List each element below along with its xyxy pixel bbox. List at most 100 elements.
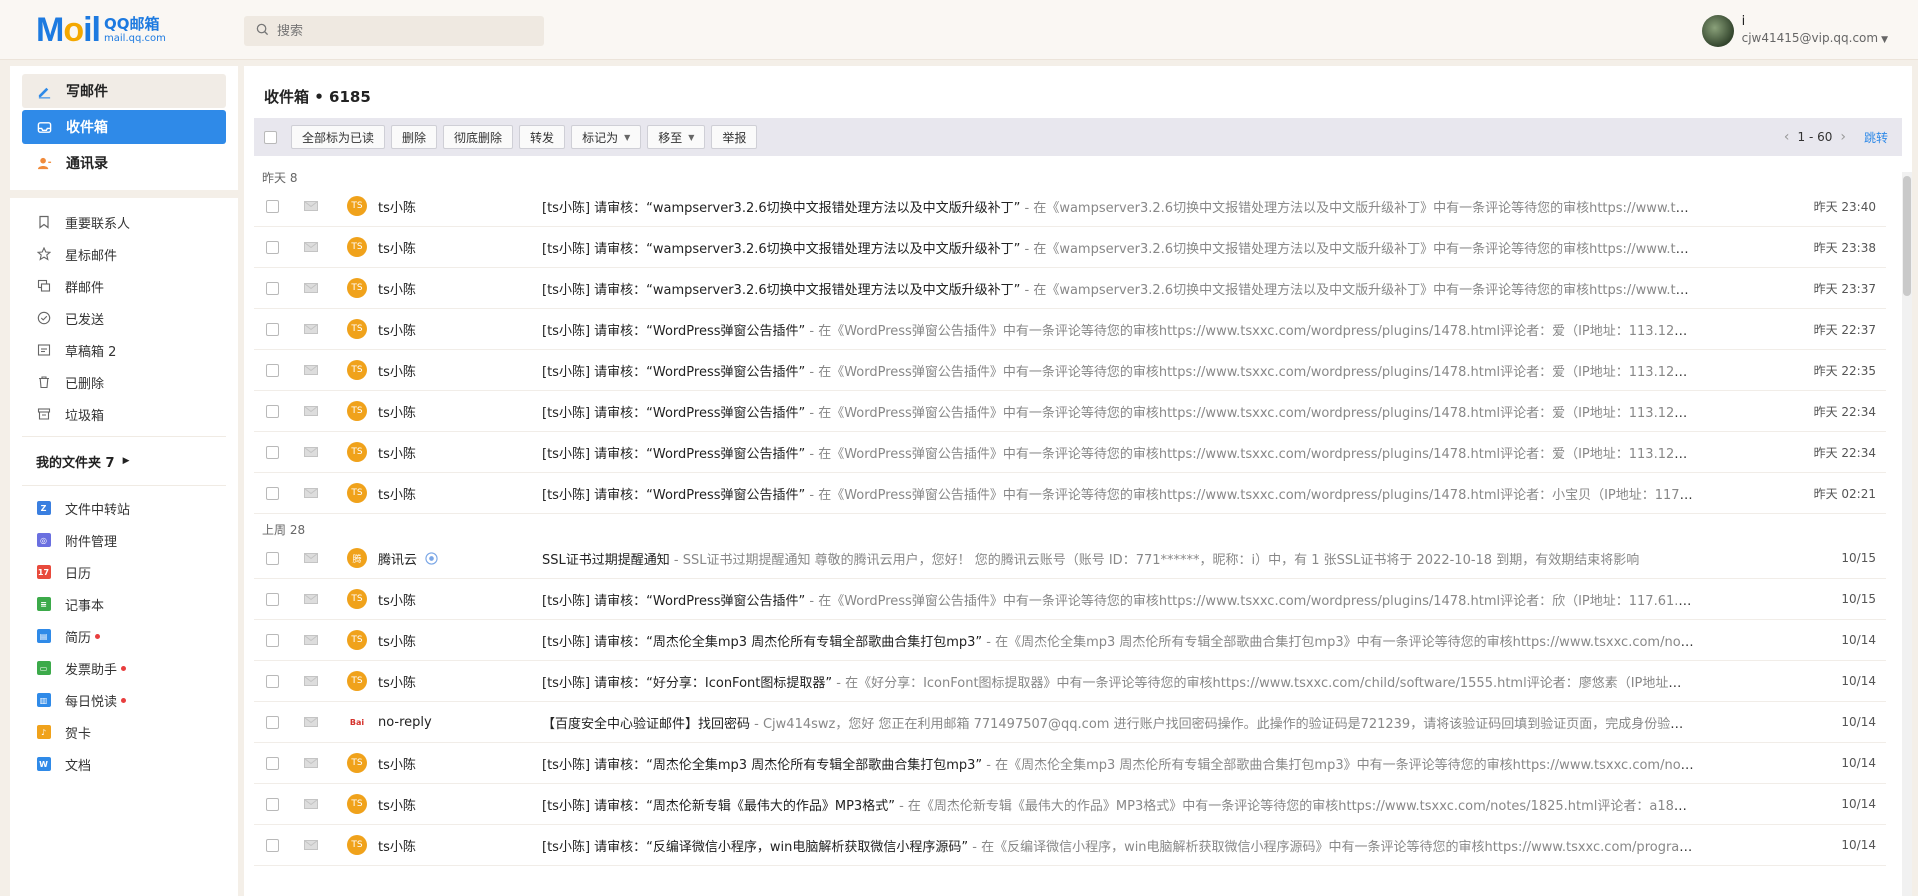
- row-checkbox[interactable]: [266, 363, 279, 377]
- notebook-icon: ≡: [36, 597, 51, 612]
- my-folders[interactable]: 我的文件夹 7 ▶: [22, 443, 226, 479]
- sidebar-item-calendar[interactable]: 17 日历: [22, 556, 226, 588]
- row-checkbox[interactable]: [266, 838, 279, 852]
- sidebar-item-label: 草稿箱 2: [65, 344, 117, 360]
- row-checkbox[interactable]: [266, 633, 279, 647]
- mail-subject: 【百度安全中心验证邮件】找回密码: [542, 716, 751, 732]
- row-checkbox[interactable]: [266, 322, 279, 336]
- card-icon: ♪: [36, 725, 51, 740]
- next-page-icon[interactable]: ›: [1840, 129, 1846, 145]
- divider: [22, 436, 226, 437]
- sidebar-item-card[interactable]: ♪ 贺卡: [22, 716, 226, 748]
- mail-subject: [ts小陈] 请审核：“WordPress弹窗公告插件”: [542, 323, 806, 339]
- inbox-label: 收件箱: [66, 120, 108, 136]
- invoice-icon: ▭: [36, 661, 51, 676]
- scrollbar[interactable]: [1902, 172, 1912, 896]
- check-circle-icon: [36, 311, 51, 326]
- search-input[interactable]: [277, 23, 517, 39]
- mail-row[interactable]: TS ts小陈 [ts小陈] 请审核：“周杰伦全集mp3 周杰伦所有专辑全部歌曲合集…: [254, 620, 1886, 661]
- sidebar-item-drafts[interactable]: 草稿箱 2: [22, 334, 226, 366]
- row-checkbox[interactable]: [266, 592, 279, 606]
- mail-row[interactable]: TS ts小陈 [ts小陈] 请审核：“反编译微信小程序，win电脑解析获取微信小程…: [254, 825, 1886, 866]
- select-all-checkbox[interactable]: [264, 130, 277, 144]
- row-checkbox[interactable]: [266, 281, 279, 295]
- row-checkbox[interactable]: [266, 445, 279, 459]
- mail-row[interactable]: TS ts小陈 [ts小陈] 请审核：“wampserver3.2.6切换中文报错处…: [254, 268, 1886, 309]
- sidebar-item-reading[interactable]: ▥ 每日悦读: [22, 684, 226, 716]
- sidebar-item-contacts[interactable]: 通讯录: [22, 146, 226, 180]
- sidebar-item-starred[interactable]: 星标邮件: [22, 238, 226, 270]
- row-checkbox[interactable]: [266, 674, 279, 688]
- mail-preview: - Cjw414swz，您好 您正在利用邮箱 771497507@qq.com …: [750, 716, 1694, 732]
- sidebar-item-spam[interactable]: 垃圾箱: [22, 398, 226, 430]
- mail-preview: - 在《wampserver3.2.6切换中文报错处理方法以及中文版升级补丁》中…: [1024, 200, 1695, 216]
- avatar[interactable]: [1701, 15, 1734, 47]
- sidebar-item-invoice[interactable]: ▭ 发票助手: [22, 652, 226, 684]
- row-checkbox[interactable]: [266, 756, 279, 770]
- mark-all-read-button[interactable]: 全部标为已读: [291, 125, 386, 149]
- row-checkbox[interactable]: [266, 486, 279, 500]
- mail-row[interactable]: Bai no-reply 【百度安全中心验证邮件】找回密码 - Cjw414swz，…: [254, 702, 1886, 743]
- top-bar: Moil QQ邮箱 mail.qq.com i cjw41415@vip.qq.…: [0, 0, 1918, 60]
- sidebar-item-file-transfer[interactable]: Z 文件中转站: [22, 492, 226, 524]
- row-checkbox[interactable]: [266, 199, 279, 213]
- qq-mail-logo[interactable]: Moil QQ邮箱 mail.qq.com: [36, 12, 166, 48]
- sidebar-item-docs[interactable]: W 文档: [22, 748, 226, 780]
- compose-button[interactable]: 写邮件: [22, 74, 226, 108]
- prev-page-icon[interactable]: ‹: [1784, 129, 1790, 145]
- mail-row[interactable]: TS ts小陈 [ts小陈] 请审核：“WordPress弹窗公告插件” - 在《W…: [254, 391, 1886, 432]
- sender-avatar: TS: [347, 630, 367, 650]
- divider: [22, 485, 226, 486]
- sidebar-item-resume[interactable]: ▤ 简历: [22, 620, 226, 652]
- mail-row[interactable]: TS ts小陈 [ts小陈] 请审核：“WordPress弹窗公告插件” - 在《W…: [254, 309, 1886, 350]
- mail-row[interactable]: TS ts小陈 [ts小陈] 请审核：“WordPress弹窗公告插件” - 在《W…: [254, 350, 1886, 391]
- delete-button[interactable]: 删除: [391, 125, 438, 149]
- sidebar-item-attachments[interactable]: ◎ 附件管理: [22, 524, 226, 556]
- row-checkbox[interactable]: [266, 240, 279, 254]
- mail-time: 10/14: [1841, 838, 1876, 852]
- sidebar-item-group[interactable]: 群邮件: [22, 270, 226, 302]
- mail-row[interactable]: TS ts小陈 [ts小陈] 请审核：“好分享：IconFont图标提取器” - 在…: [254, 661, 1886, 702]
- mail-time: 昨天 22:37: [1813, 322, 1876, 337]
- delete-forever-button[interactable]: 彻底删除: [443, 125, 514, 149]
- row-checkbox[interactable]: [266, 715, 279, 729]
- row-checkbox[interactable]: [266, 404, 279, 418]
- avatar-initials: TS: [351, 635, 363, 645]
- chevron-right-icon[interactable]: ▶: [123, 456, 130, 466]
- sender-avatar: TS: [347, 671, 367, 691]
- search-box[interactable]: [244, 16, 544, 46]
- avatar-initials: TS: [351, 365, 363, 375]
- mail-row[interactable]: 腾 腾讯云 SSL证书过期提醒通知 - SSL证书过期提醒通知 尊敬的腾讯云用户，您…: [254, 538, 1886, 579]
- mail-row[interactable]: TS ts小陈 [ts小陈] 请审核：“WordPress弹窗公告插件” - 在《W…: [254, 473, 1886, 514]
- mail-subject: [ts小陈] 请审核：“WordPress弹窗公告插件”: [542, 593, 806, 609]
- sidebar-item-notebook[interactable]: ≡ 记事本: [22, 588, 226, 620]
- mail-row[interactable]: TS ts小陈 [ts小陈] 请审核：“周杰伦新专辑《最伟大的作品》MP3格式” -…: [254, 784, 1886, 825]
- chevron-down-icon[interactable]: ▼: [1881, 35, 1888, 45]
- sidebar-item-label: 已发送: [65, 312, 105, 328]
- mail-row[interactable]: TS ts小陈 [ts小陈] 请审核：“wampserver3.2.6切换中文报错处…: [254, 227, 1886, 268]
- doc-icon: W: [36, 757, 51, 772]
- forward-button[interactable]: 转发: [519, 125, 566, 149]
- sidebar-item-important[interactable]: 重要联系人: [22, 206, 226, 238]
- mail-time: 昨天 23:37: [1813, 281, 1876, 296]
- sidebar-item-deleted[interactable]: 已删除: [22, 366, 226, 398]
- move-to-dropdown[interactable]: 移至 ▼: [647, 125, 706, 149]
- report-button[interactable]: 举报: [711, 125, 758, 149]
- mail-row[interactable]: TS ts小陈 [ts小陈] 请审核：“WordPress弹窗公告插件” - 在《W…: [254, 432, 1886, 473]
- sender-name: ts小陈: [378, 798, 416, 814]
- mail-row[interactable]: TS ts小陈 [ts小陈] 请审核：“wampserver3.2.6切换中文报错处…: [254, 186, 1886, 227]
- row-checkbox[interactable]: [266, 797, 279, 811]
- sender-name: ts小陈: [378, 757, 416, 773]
- scrollbar-thumb[interactable]: [1903, 176, 1911, 296]
- sender-avatar: TS: [347, 442, 367, 462]
- sidebar-item-inbox[interactable]: 收件箱: [22, 110, 226, 144]
- sidebar-item-sent[interactable]: 已发送: [22, 302, 226, 334]
- mail-time: 10/15: [1841, 551, 1876, 565]
- jump-link[interactable]: 跳转: [1864, 129, 1888, 146]
- row-checkbox[interactable]: [266, 551, 279, 565]
- mark-as-dropdown[interactable]: 标记为 ▼: [571, 125, 642, 149]
- bookmark-icon: [36, 215, 51, 230]
- user-menu[interactable]: i cjw41415@vip.qq.com ▼: [1701, 14, 1888, 48]
- mail-row[interactable]: TS ts小陈 [ts小陈] 请审核：“周杰伦全集mp3 周杰伦所有专辑全部歌曲合集…: [254, 743, 1886, 784]
- mail-row[interactable]: TS ts小陈 [ts小陈] 请审核：“WordPress弹窗公告插件” - 在《W…: [254, 579, 1886, 620]
